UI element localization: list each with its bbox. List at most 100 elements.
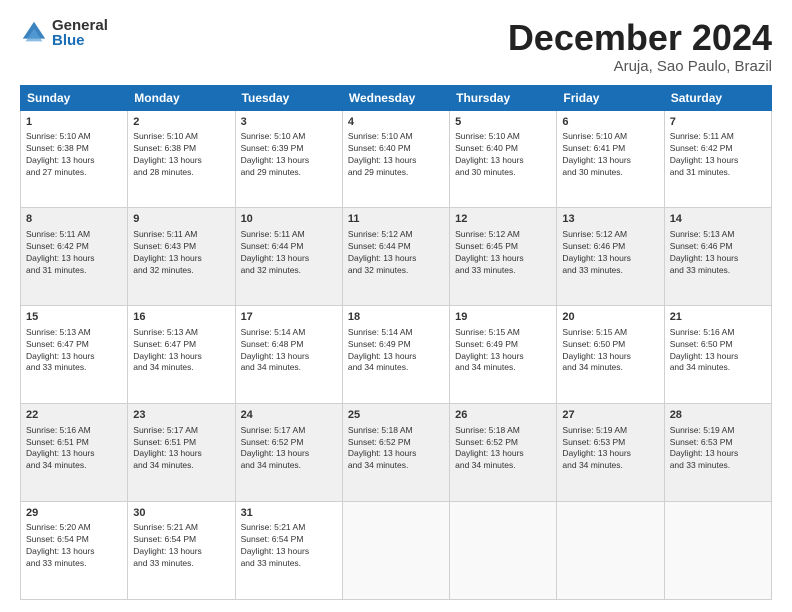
calendar-table: Sunday Monday Tuesday Wednesday Thursday… bbox=[20, 85, 772, 600]
day-number: 10 bbox=[241, 212, 337, 227]
day-number: 18 bbox=[348, 310, 444, 325]
table-row: 20 Sunrise: 5:15 AMSunset: 6:50 PMDayligh… bbox=[557, 306, 664, 404]
day-number: 14 bbox=[670, 212, 766, 227]
day-info: Sunrise: 5:10 AMSunset: 6:40 PMDaylight:… bbox=[455, 131, 551, 179]
day-number: 1 bbox=[26, 115, 122, 130]
day-info: Sunrise: 5:10 AMSunset: 6:38 PMDaylight:… bbox=[133, 131, 229, 179]
day-number: 8 bbox=[26, 212, 122, 227]
day-info: Sunrise: 5:21 AMSunset: 6:54 PMDaylight:… bbox=[241, 522, 337, 570]
week-row-1: 1Sunrise: 5:10 AMSunset: 6:38 PMDaylight… bbox=[21, 110, 772, 208]
col-saturday: Saturday bbox=[664, 85, 771, 110]
day-number: 4 bbox=[348, 115, 444, 130]
day-info: Sunrise: 5:15 AMSunset: 6:50 PMDaylight:… bbox=[562, 327, 658, 375]
day-info: Sunrise: 5:14 AMSunset: 6:49 PMDaylight:… bbox=[348, 327, 444, 375]
calendar-header: Sunday Monday Tuesday Wednesday Thursday… bbox=[21, 85, 772, 110]
col-thursday: Thursday bbox=[450, 85, 557, 110]
table-row: 1Sunrise: 5:10 AMSunset: 6:38 PMDaylight… bbox=[21, 110, 128, 208]
table-row: 18 Sunrise: 5:14 AMSunset: 6:49 PMDayligh… bbox=[342, 306, 449, 404]
day-info: Sunrise: 5:21 AMSunset: 6:54 PMDaylight:… bbox=[133, 522, 229, 570]
header: General Blue December 2024 Aruja, Sao Pa… bbox=[20, 18, 772, 75]
week-row-5: 29Sunrise: 5:20 AMSunset: 6:54 PMDayligh… bbox=[21, 502, 772, 600]
logo-text: General Blue bbox=[52, 18, 108, 48]
day-number: 24 bbox=[241, 408, 337, 423]
day-info: Sunrise: 5:11 AMSunset: 6:43 PMDaylight:… bbox=[133, 229, 229, 277]
table-row: 21Sunrise: 5:16 AMSunset: 6:50 PMDayligh… bbox=[664, 306, 771, 404]
logo: General Blue bbox=[20, 18, 108, 48]
day-info: Sunrise: 5:10 AMSunset: 6:38 PMDaylight:… bbox=[26, 131, 122, 179]
title-section: December 2024 Aruja, Sao Paulo, Brazil bbox=[508, 18, 772, 75]
table-row: 16Sunrise: 5:13 AMSunset: 6:47 PMDayligh… bbox=[128, 306, 235, 404]
day-number: 25 bbox=[348, 408, 444, 423]
table-row: 4Sunrise: 5:10 AMSunset: 6:40 PMDaylight… bbox=[342, 110, 449, 208]
table-row: 31Sunrise: 5:21 AMSunset: 6:54 PMDayligh… bbox=[235, 502, 342, 600]
table-row: 23Sunrise: 5:17 AMSunset: 6:51 PMDayligh… bbox=[128, 404, 235, 502]
table-row bbox=[664, 502, 771, 600]
table-row: 15Sunrise: 5:13 AMSunset: 6:47 PMDayligh… bbox=[21, 306, 128, 404]
day-number: 12 bbox=[455, 212, 551, 227]
day-number: 11 bbox=[348, 212, 444, 227]
location: Aruja, Sao Paulo, Brazil bbox=[508, 58, 772, 75]
col-wednesday: Wednesday bbox=[342, 85, 449, 110]
day-number: 30 bbox=[133, 506, 229, 521]
table-row bbox=[557, 502, 664, 600]
table-row: 27Sunrise: 5:19 AMSunset: 6:53 PMDayligh… bbox=[557, 404, 664, 502]
day-number: 15 bbox=[26, 310, 122, 325]
month-title: December 2024 bbox=[508, 18, 772, 58]
day-number: 13 bbox=[562, 212, 658, 227]
day-info: Sunrise: 5:18 AMSunset: 6:52 PMDaylight:… bbox=[348, 425, 444, 473]
day-number: 22 bbox=[26, 408, 122, 423]
table-row: 6Sunrise: 5:10 AMSunset: 6:41 PMDaylight… bbox=[557, 110, 664, 208]
col-sunday: Sunday bbox=[21, 85, 128, 110]
day-number: 26 bbox=[455, 408, 551, 423]
calendar-body: 1Sunrise: 5:10 AMSunset: 6:38 PMDaylight… bbox=[21, 110, 772, 599]
day-number: 5 bbox=[455, 115, 551, 130]
day-info: Sunrise: 5:10 AMSunset: 6:41 PMDaylight:… bbox=[562, 131, 658, 179]
day-info: Sunrise: 5:19 AMSunset: 6:53 PMDaylight:… bbox=[670, 425, 766, 473]
day-number: 9 bbox=[133, 212, 229, 227]
day-number: 2 bbox=[133, 115, 229, 130]
table-row: 25 Sunrise: 5:18 AMSunset: 6:52 PMDayligh… bbox=[342, 404, 449, 502]
day-info: Sunrise: 5:17 AMSunset: 6:52 PMDaylight:… bbox=[241, 425, 337, 473]
day-info: Sunrise: 5:13 AMSunset: 6:46 PMDaylight:… bbox=[670, 229, 766, 277]
week-row-4: 22 Sunrise: 5:16 AMSunset: 6:51 PMDayligh… bbox=[21, 404, 772, 502]
table-row: 2Sunrise: 5:10 AMSunset: 6:38 PMDaylight… bbox=[128, 110, 235, 208]
day-info: Sunrise: 5:15 AMSunset: 6:49 PMDaylight:… bbox=[455, 327, 551, 375]
table-row: 7Sunrise: 5:11 AMSunset: 6:42 PMDaylight… bbox=[664, 110, 771, 208]
table-row: 9 Sunrise: 5:11 AMSunset: 6:43 PMDaylight… bbox=[128, 208, 235, 306]
logo-icon bbox=[20, 19, 48, 47]
col-tuesday: Tuesday bbox=[235, 85, 342, 110]
day-number: 27 bbox=[562, 408, 658, 423]
day-info: Sunrise: 5:17 AMSunset: 6:51 PMDaylight:… bbox=[133, 425, 229, 473]
col-monday: Monday bbox=[128, 85, 235, 110]
col-friday: Friday bbox=[557, 85, 664, 110]
day-info: Sunrise: 5:10 AMSunset: 6:39 PMDaylight:… bbox=[241, 131, 337, 179]
logo-blue: Blue bbox=[52, 33, 108, 48]
table-row: 5Sunrise: 5:10 AMSunset: 6:40 PMDaylight… bbox=[450, 110, 557, 208]
day-number: 7 bbox=[670, 115, 766, 130]
table-row: 14 Sunrise: 5:13 AMSunset: 6:46 PMDayligh… bbox=[664, 208, 771, 306]
table-row: 13Sunrise: 5:12 AMSunset: 6:46 PMDayligh… bbox=[557, 208, 664, 306]
week-row-3: 15 Sunrise: 5:13 AMSunset: 6:47 PMDayligh… bbox=[21, 306, 772, 404]
day-info: Sunrise: 5:11 AMSunset: 6:42 PMDaylight:… bbox=[26, 229, 122, 277]
day-number: 3 bbox=[241, 115, 337, 130]
day-info: Sunrise: 5:10 AMSunset: 6:40 PMDaylight:… bbox=[348, 131, 444, 179]
day-info: Sunrise: 5:16 AMSunset: 6:51 PMDaylight:… bbox=[26, 425, 122, 473]
day-number: 31 bbox=[241, 506, 337, 521]
week-row-2: 8 Sunrise: 5:11 AMSunset: 6:42 PMDaylight… bbox=[21, 208, 772, 306]
table-row: 30Sunrise: 5:21 AMSunset: 6:54 PMDayligh… bbox=[128, 502, 235, 600]
day-number: 6 bbox=[562, 115, 658, 130]
header-row: Sunday Monday Tuesday Wednesday Thursday… bbox=[21, 85, 772, 110]
day-number: 28 bbox=[670, 408, 766, 423]
table-row bbox=[450, 502, 557, 600]
table-row: 28 Sunrise: 5:19 AMSunset: 6:53 PMDayligh… bbox=[664, 404, 771, 502]
table-row: 11Sunrise: 5:12 AMSunset: 6:44 PMDayligh… bbox=[342, 208, 449, 306]
day-number: 21 bbox=[670, 310, 766, 325]
day-info: Sunrise: 5:12 AMSunset: 6:45 PMDaylight:… bbox=[455, 229, 551, 277]
table-row: 8 Sunrise: 5:11 AMSunset: 6:42 PMDaylight… bbox=[21, 208, 128, 306]
page: General Blue December 2024 Aruja, Sao Pa… bbox=[0, 0, 792, 612]
day-info: Sunrise: 5:20 AMSunset: 6:54 PMDaylight:… bbox=[26, 522, 122, 570]
day-number: 29 bbox=[26, 506, 122, 521]
day-number: 20 bbox=[562, 310, 658, 325]
day-info: Sunrise: 5:13 AMSunset: 6:47 PMDaylight:… bbox=[133, 327, 229, 375]
day-number: 17 bbox=[241, 310, 337, 325]
